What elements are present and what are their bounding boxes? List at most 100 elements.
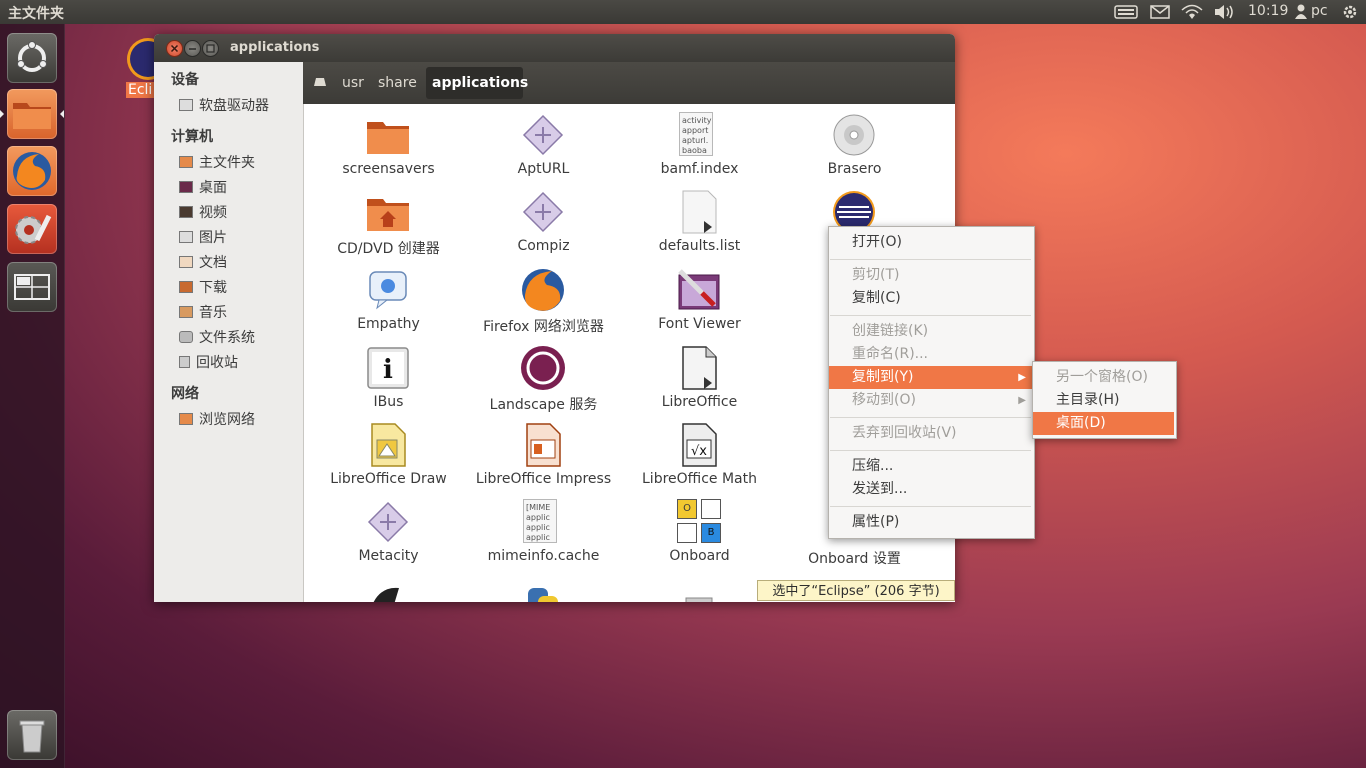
clock[interactable]: 10:19 — [1248, 3, 1288, 19]
file-libreoffice-math[interactable]: √x LibreOffice Math — [622, 414, 777, 490]
volume-icon[interactable] — [1213, 4, 1237, 24]
menu-rename[interactable]: 重命名(R)... — [829, 343, 1032, 366]
sidebar-item-videos[interactable]: 视频 — [179, 202, 227, 222]
file-libreoffice[interactable]: LibreOffice — [622, 337, 777, 413]
chat-bubble-icon — [369, 271, 407, 310]
cd-icon — [833, 114, 875, 156]
dash-home-button[interactable] — [7, 33, 57, 83]
pictures-folder-icon — [179, 231, 193, 243]
file-compiz[interactable]: Compiz — [466, 181, 621, 257]
firefox-icon — [13, 152, 51, 190]
crumb-applications[interactable]: applications — [426, 67, 528, 99]
sidebar-item-documents[interactable]: 文档 — [179, 252, 227, 272]
file-python[interactable] — [466, 570, 621, 602]
link-file-icon — [682, 190, 717, 234]
sidebar-item-downloads[interactable]: 下载 — [179, 277, 227, 297]
file-brasero[interactable]: Brasero — [777, 104, 932, 180]
user-icon[interactable] — [1295, 4, 1307, 24]
sidebar-item-trash[interactable]: 回收站 — [179, 352, 238, 372]
menu-open[interactable]: 打开(O) — [829, 231, 1032, 254]
keyboard-icon[interactable] — [1114, 5, 1138, 23]
firefox-icon — [522, 269, 564, 311]
file-partial-row[interactable] — [311, 570, 466, 602]
file-defaults-list[interactable]: defaults.list — [622, 181, 777, 257]
copy-to-submenu: 另一个窗格(O) 主目录(H) 桌面(D) — [1032, 361, 1177, 439]
menu-move-to-trash[interactable]: 丢弃到回收站(V) — [829, 422, 1032, 445]
submenu-other-pane[interactable]: 另一个窗格(O) — [1033, 366, 1174, 389]
minimize-icon — [189, 48, 196, 50]
window-titlebar[interactable]: applications — [154, 34, 955, 62]
trash-icon — [19, 720, 45, 753]
folder-home-icon — [367, 199, 409, 231]
user-name[interactable]: pc — [1311, 3, 1328, 19]
crumb-usr[interactable]: usr — [342, 75, 364, 91]
sidebar-header-computer: 计算机 — [171, 129, 213, 145]
file-font-viewer[interactable]: Font Viewer — [622, 259, 777, 335]
sidebar-item-filesystem[interactable]: 文件系统 — [179, 327, 255, 347]
sidebar-header-devices: 设备 — [171, 72, 199, 88]
file-libreoffice-impress[interactable]: LibreOffice Impress — [466, 414, 621, 490]
file-ibus[interactable]: i IBus — [311, 337, 466, 413]
sidebar-header-network: 网络 — [171, 386, 199, 402]
mail-icon[interactable] — [1150, 5, 1170, 23]
sidebar-item-home[interactable]: 主文件夹 — [179, 152, 255, 172]
file-metacity[interactable]: Metacity — [311, 491, 466, 567]
sidebar-item-music[interactable]: 音乐 — [179, 302, 227, 322]
submenu-desktop[interactable]: 桌面(D) — [1033, 412, 1174, 435]
file-empathy[interactable]: Empathy — [311, 259, 466, 335]
printer-icon — [685, 597, 713, 602]
music-folder-icon — [179, 306, 193, 318]
menu-compress[interactable]: 压缩... — [829, 455, 1032, 478]
wifi-icon[interactable] — [1181, 4, 1203, 24]
app-icon — [373, 587, 399, 602]
maximize-icon — [206, 44, 215, 53]
crumb-share[interactable]: share — [378, 75, 417, 91]
menu-properties[interactable]: 属性(P) — [829, 511, 1032, 534]
trash-icon — [179, 356, 190, 368]
places-sidebar: 设备 软盘驱动器 计算机 主文件夹 桌面 视频 图片 文档 下载 音乐 文件系统… — [154, 62, 304, 602]
svg-text:√x: √x — [691, 444, 707, 459]
running-indicator — [0, 110, 4, 118]
file-landscape[interactable]: Landscape 服务 — [466, 337, 621, 413]
file-screensavers[interactable]: screensavers — [311, 104, 466, 180]
drive-icon[interactable] — [312, 76, 328, 92]
menu-copy[interactable]: 复制(C) — [829, 287, 1032, 310]
app-diamond-icon — [367, 501, 409, 543]
sidebar-item-pictures[interactable]: 图片 — [179, 227, 227, 247]
file-mimeinfo-cache[interactable]: [MIME applic applic applic mimeinfo.cache — [466, 491, 621, 567]
menu-move-to[interactable]: 移动到(O) ▶ — [829, 389, 1032, 412]
sidebar-item-desktop[interactable]: 桌面 — [179, 177, 227, 197]
file-apturl[interactable]: AptURL — [466, 104, 621, 180]
filesystem-icon — [179, 331, 193, 343]
files-launcher-button[interactable] — [7, 89, 57, 139]
submenu-home-folder[interactable]: 主目录(H) — [1033, 389, 1174, 412]
file-libreoffice-draw[interactable]: LibreOffice Draw — [311, 414, 466, 490]
context-menu: 打开(O) 剪切(T) 复制(C) 创建链接(K) 重命名(R)... 复制到(… — [828, 226, 1035, 539]
file-firefox[interactable]: Firefox 网络浏览器 — [466, 259, 621, 335]
menu-send-to[interactable]: 发送到... — [829, 478, 1032, 501]
minimize-button[interactable] — [184, 40, 201, 57]
power-gear-icon[interactable] — [1341, 3, 1359, 25]
focus-indicator — [60, 110, 64, 118]
trash-launcher-button[interactable] — [7, 710, 57, 760]
maximize-button[interactable] — [202, 40, 219, 57]
svg-text:i: i — [383, 355, 393, 385]
file-bamf-index[interactable]: activity apport apturl. baoba bamf.index — [622, 104, 777, 180]
launcher — [0, 24, 65, 768]
file-cd-dvd-creator[interactable]: CD/DVD 创建器 — [311, 181, 466, 257]
videos-folder-icon — [179, 206, 193, 218]
libreoffice-math-icon: √x — [682, 423, 717, 467]
sidebar-item-floppy[interactable]: 软盘驱动器 — [179, 95, 269, 115]
menu-copy-to[interactable]: 复制到(Y) ▶ — [829, 366, 1032, 389]
settings-launcher-button[interactable] — [7, 204, 57, 254]
close-button[interactable] — [166, 40, 183, 57]
workspace-switcher-button[interactable] — [7, 262, 57, 312]
network-icon — [179, 413, 193, 425]
firefox-launcher-button[interactable] — [7, 146, 57, 196]
menu-make-link[interactable]: 创建链接(K) — [829, 320, 1032, 343]
file-onboard[interactable]: O B Onboard — [622, 491, 777, 567]
system-settings-icon — [15, 214, 52, 244]
menu-cut[interactable]: 剪切(T) — [829, 264, 1032, 287]
file-printer[interactable] — [622, 570, 777, 602]
sidebar-item-browse-network[interactable]: 浏览网络 — [179, 409, 255, 429]
